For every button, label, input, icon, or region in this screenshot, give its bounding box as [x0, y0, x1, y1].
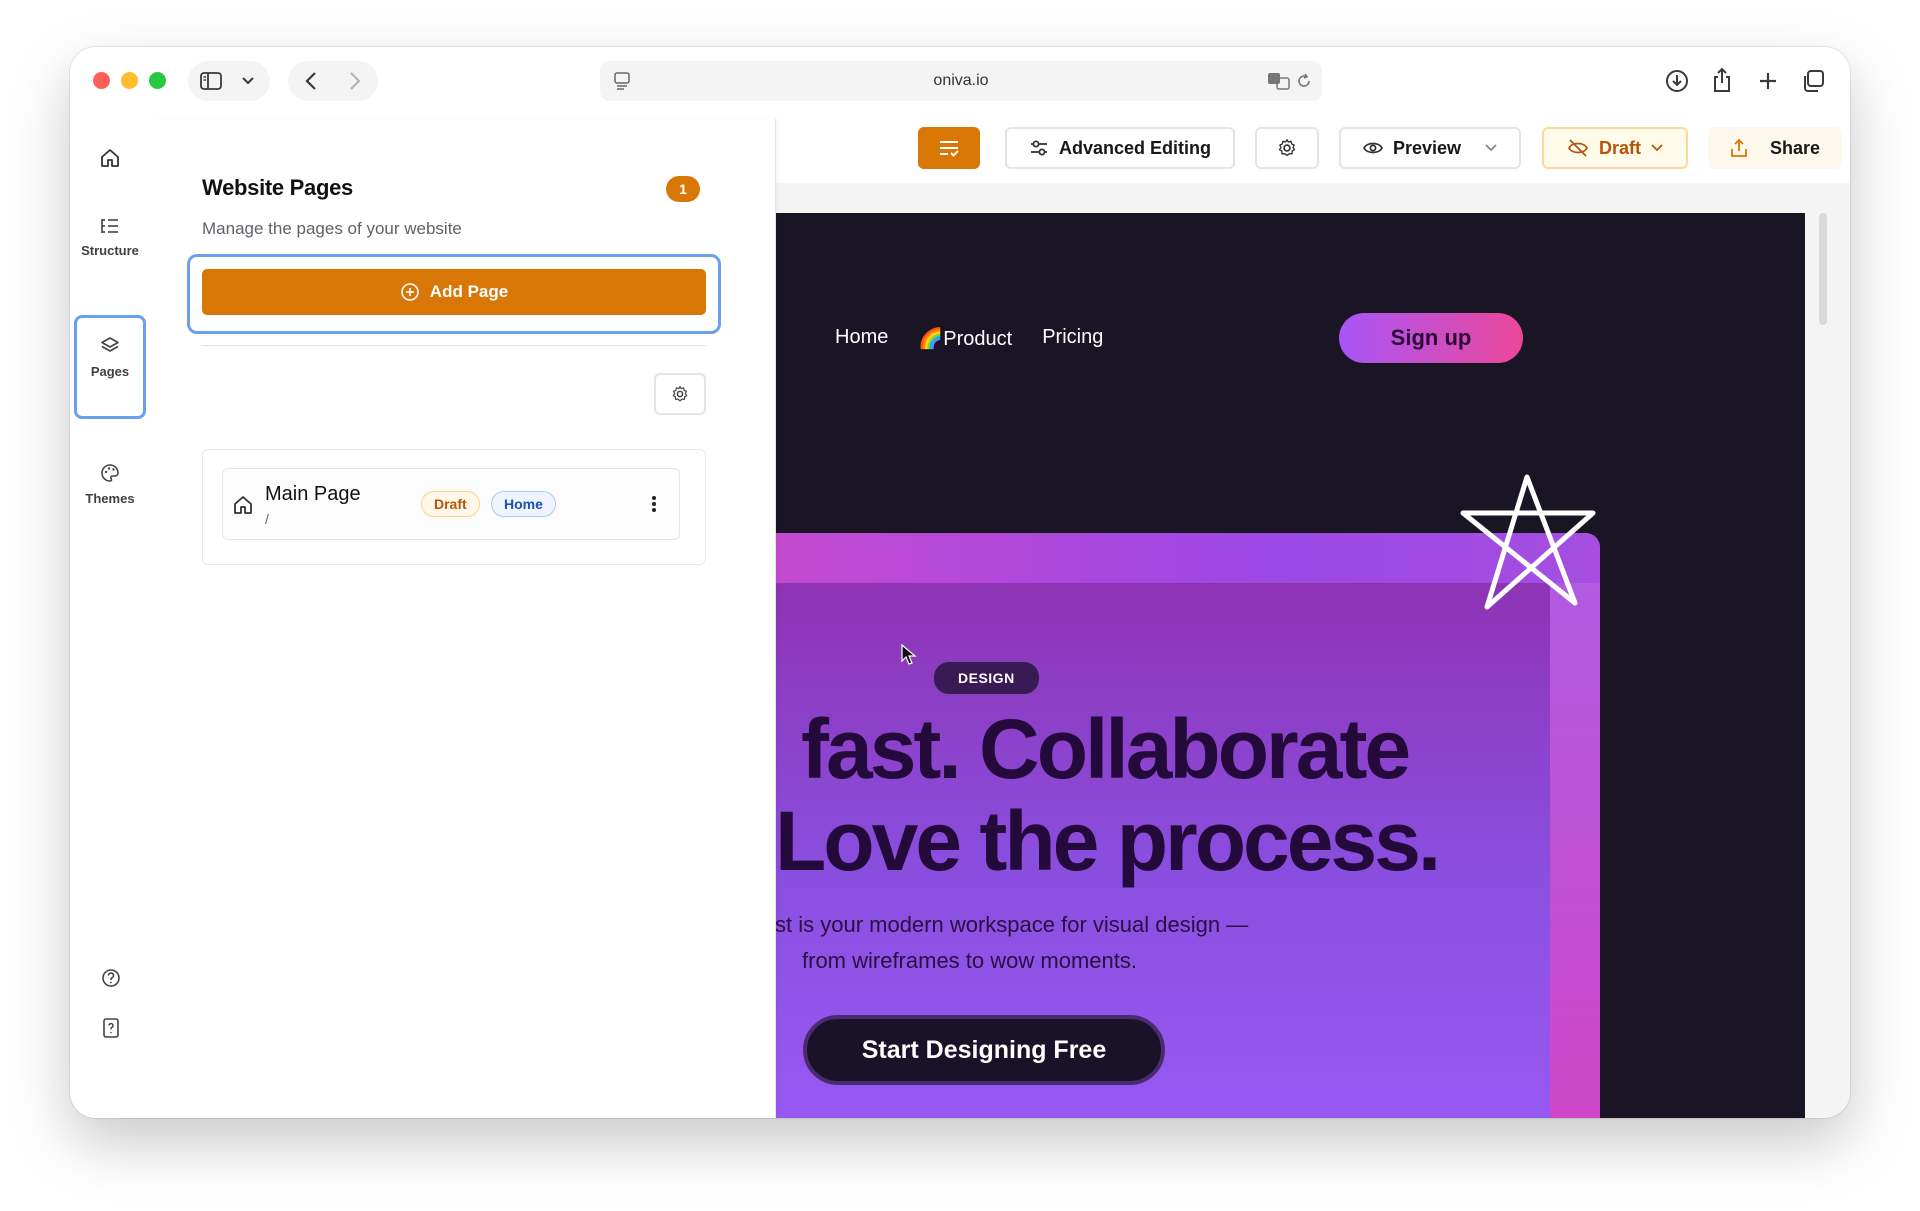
zoom-window-button[interactable]: [149, 72, 166, 89]
chevron-down-icon: [1651, 144, 1663, 152]
address-bar[interactable]: oniva.io: [600, 61, 1322, 101]
hero-headline-line-2: Love the process.: [775, 794, 1441, 888]
home-badge: Home: [491, 491, 556, 517]
rail-item-pages[interactable]: Pages: [74, 315, 146, 419]
rail-label-pages: Pages: [90, 364, 130, 379]
gear-icon: [1278, 139, 1296, 157]
status-badge: Draft: [421, 491, 480, 517]
rail-label-themes: Themes: [85, 491, 135, 506]
vertical-dots-icon: [652, 496, 656, 512]
rail-item-themes[interactable]: Themes: [74, 443, 146, 533]
pages-panel: Website Pages 1 Manage the pages of your…: [150, 119, 776, 1118]
page-count-badge: 1: [666, 176, 700, 202]
advanced-editing-label: Advanced Editing: [1058, 137, 1211, 158]
reload-icon[interactable]: [1294, 71, 1314, 91]
chevron-down-icon[interactable]: [238, 71, 258, 91]
rail-item-structure[interactable]: Structure: [74, 197, 146, 287]
page-path: /: [265, 511, 269, 527]
browser-window: oniva.io Advanced Editing Preview Draft …: [70, 47, 1850, 1118]
download-icon[interactable]: [1663, 67, 1691, 95]
more-options-button[interactable]: [641, 491, 667, 517]
star-doodle-icon: [1460, 474, 1596, 610]
close-window-button[interactable]: [93, 72, 110, 89]
panel-title: Website Pages: [202, 175, 353, 200]
preview-label: Preview: [1392, 137, 1462, 158]
preview-button[interactable]: Preview: [1339, 127, 1521, 169]
design-badge: DESIGN: [933, 661, 1040, 695]
tab-overview-icon[interactable]: [1799, 67, 1827, 95]
translate-icon[interactable]: [1267, 71, 1291, 91]
rail-label-structure: Structure: [81, 243, 139, 258]
share-button[interactable]: Share: [1708, 127, 1842, 169]
navigation-group: [288, 61, 378, 101]
minimize-window-button[interactable]: [121, 72, 138, 89]
hero-headline: fast. Collaborate Love the process.: [775, 703, 1577, 887]
draft-status-button[interactable]: Draft: [1542, 127, 1688, 169]
eye-icon: [1363, 142, 1383, 154]
start-designing-button[interactable]: Start Designing Free: [803, 1015, 1165, 1085]
docs-icon[interactable]: [97, 1014, 125, 1042]
site-nav-home[interactable]: Home: [835, 326, 888, 351]
add-page-label: Add Page: [429, 282, 509, 301]
home-icon: [234, 496, 252, 514]
site-nav: Home 🌈Product Pricing: [835, 326, 1103, 351]
home-icon[interactable]: [95, 143, 125, 173]
add-page-button[interactable]: Add Page: [202, 269, 706, 315]
hero-subtitle-line-2: from wireframes to wow moments.: [802, 948, 1137, 973]
share-sheet-icon[interactable]: [1708, 65, 1736, 95]
help-icon[interactable]: [97, 964, 125, 992]
palette-icon: [101, 464, 119, 482]
sliders-icon: [1030, 140, 1047, 156]
list-check-icon: [940, 141, 959, 157]
gear-icon: [672, 385, 688, 402]
eye-off-icon: [1568, 139, 1588, 157]
divider: [202, 345, 706, 346]
list-item[interactable]: Main Page / Draft Home: [222, 468, 680, 540]
cursor-icon: [901, 644, 917, 665]
hero-subtitle-line-1: st is your modern workspace for visual d…: [775, 912, 1249, 937]
share-label: Share: [1769, 137, 1821, 158]
layers-icon: [101, 337, 119, 352]
chevron-down-icon: [1485, 144, 1497, 152]
site-nav-product[interactable]: 🌈Product: [918, 326, 1012, 351]
url-text: oniva.io: [933, 72, 989, 89]
sidebar-icon[interactable]: [198, 69, 224, 93]
canvas-scrollbar[interactable]: [1819, 213, 1827, 325]
advanced-editing-button[interactable]: Advanced Editing: [1005, 127, 1235, 169]
draft-label: Draft: [1598, 137, 1641, 158]
page-list-card: Main Page / Draft Home: [202, 449, 706, 565]
editor-canvas: Home 🌈Product Pricing Sign up DESIGN fas…: [775, 183, 1850, 1118]
settings-button[interactable]: [1255, 127, 1319, 169]
structure-icon: [101, 219, 118, 233]
signup-button[interactable]: Sign up: [1339, 313, 1523, 363]
left-rail: Structure Pages Themes: [70, 119, 151, 1118]
browser-toolbar: oniva.io: [70, 47, 1850, 119]
hero-subtitle: st is your modern workspace for visual d…: [775, 907, 1248, 979]
plus-circle-icon: [400, 283, 419, 301]
pages-list-button[interactable]: [918, 127, 980, 169]
back-icon[interactable]: [300, 70, 322, 92]
site-nav-pricing[interactable]: Pricing: [1042, 326, 1103, 351]
forward-icon[interactable]: [344, 70, 366, 92]
sidebar-toggle-group: [188, 61, 270, 101]
pages-settings-button[interactable]: [654, 373, 706, 415]
website-preview: Home 🌈Product Pricing Sign up DESIGN fas…: [775, 213, 1805, 1118]
upload-icon: [1731, 138, 1747, 157]
panel-subtitle: Manage the pages of your website: [202, 219, 462, 238]
page-name: Main Page: [265, 483, 361, 505]
new-tab-icon[interactable]: [1754, 67, 1782, 95]
hero-headline-line-1: fast. Collaborate: [801, 702, 1411, 796]
